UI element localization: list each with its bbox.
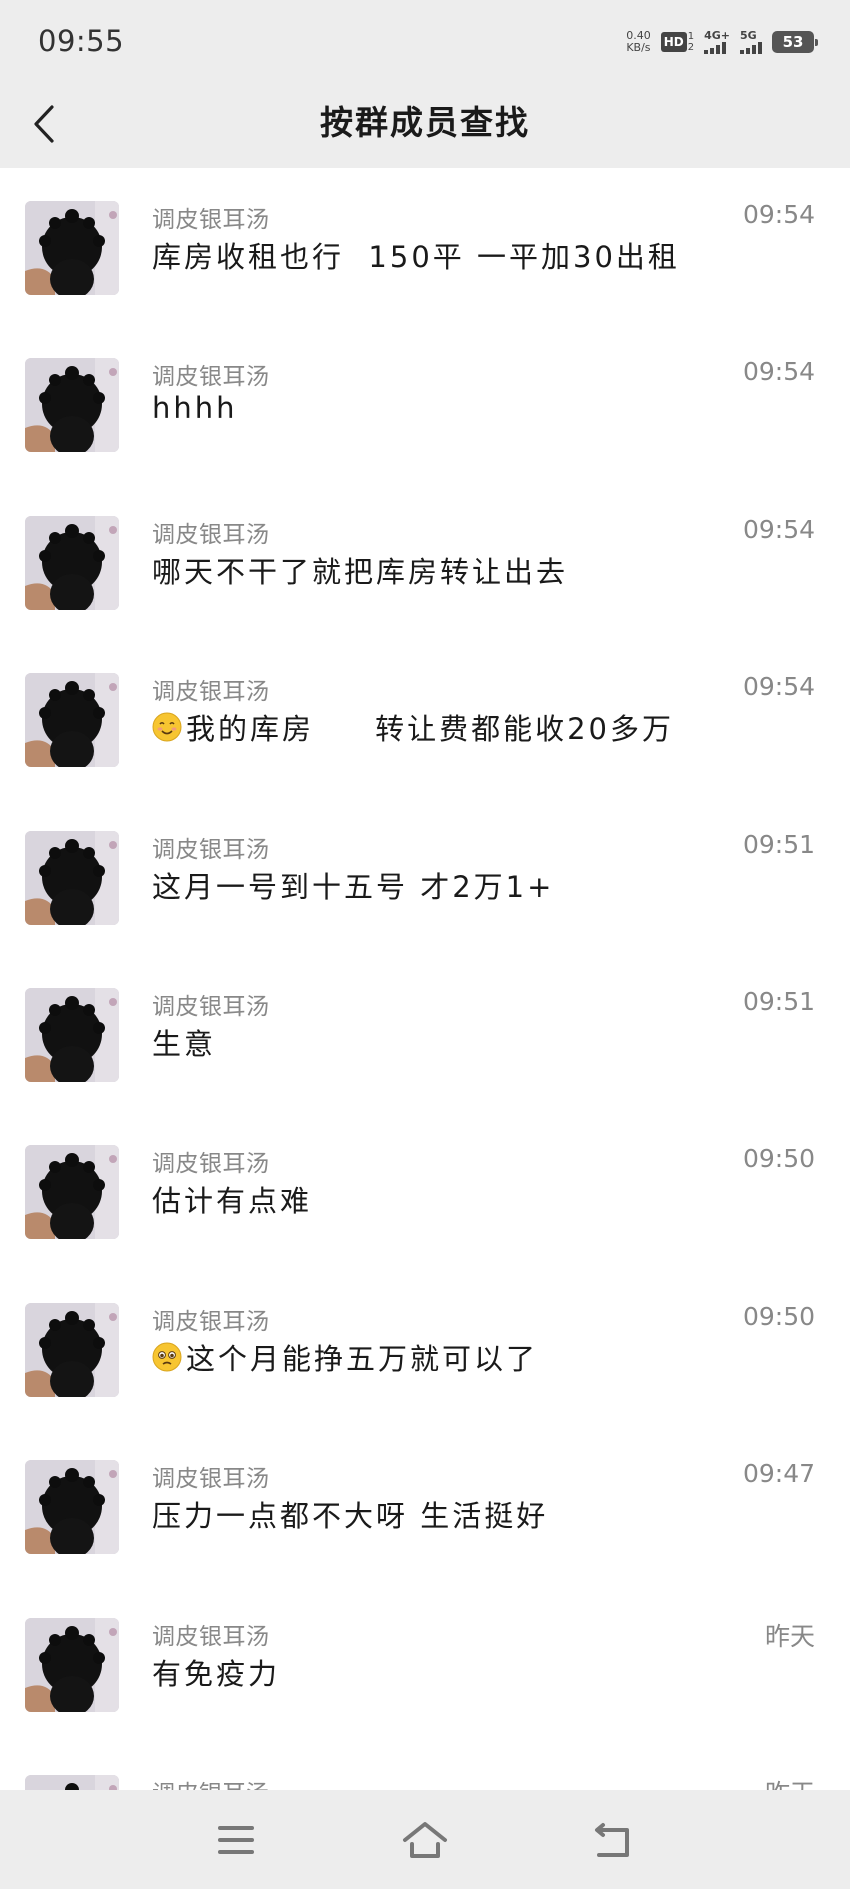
network-speed: 0.40 KB/s bbox=[626, 30, 651, 54]
sender-name: 调皮银耳汤 bbox=[152, 521, 270, 548]
message-time: 09:54 bbox=[742, 200, 815, 229]
avatar[interactable] bbox=[25, 1774, 119, 1790]
sender-name: 调皮银耳汤 bbox=[152, 1151, 270, 1178]
network-speed-unit: KB/s bbox=[626, 41, 651, 54]
message-time: 09:54 bbox=[742, 672, 815, 702]
page-title: 按群成员查找 bbox=[320, 103, 530, 142]
message-text: 我的库房 转让费都能收20多万 bbox=[186, 712, 674, 747]
message-text: 生意 bbox=[152, 1026, 217, 1061]
sender-name: 调皮银耳汤 bbox=[152, 364, 270, 391]
message-time: 昨天 bbox=[764, 1621, 815, 1651]
message-time: 09:50 bbox=[742, 1301, 815, 1331]
sender-name: 调皮银耳汤 bbox=[152, 836, 270, 863]
battery-icon: 53 bbox=[772, 31, 818, 53]
sim2-bars bbox=[740, 42, 762, 54]
sender-name: 调皮银耳汤 bbox=[152, 1466, 270, 1493]
message-list[interactable]: 调皮银耳汤 09:54 库房收租也行 150平 一平加30出租 调皮银耳汤 09:54 h… bbox=[0, 168, 850, 1790]
hd-voice-icon: HD 1 2 bbox=[660, 31, 694, 53]
avatar[interactable] bbox=[25, 515, 119, 610]
message-row[interactable]: 调皮银耳汤 09:47 压力一点都不大呀 生活挺好 bbox=[0, 1427, 850, 1584]
menu-icon[interactable] bbox=[213, 1817, 259, 1863]
message-text: 哪天不干了就把库房转让出去 bbox=[152, 554, 569, 589]
message-content: 我的库房 转让费都能收20多万 bbox=[152, 706, 674, 748]
avatar[interactable] bbox=[25, 1617, 119, 1712]
avatar[interactable] bbox=[25, 987, 119, 1082]
message-row[interactable]: 调皮银耳汤 09:54 hhhh bbox=[0, 325, 850, 482]
message-content: 库房收租也行 150平 一平加30出租 bbox=[152, 234, 680, 276]
message-row[interactable]: 调皮银耳汤 09:51 这月一号到十五号 才2万1+ bbox=[0, 798, 850, 955]
hd-label: HD bbox=[660, 32, 687, 52]
message-content: 估计有点难 bbox=[152, 1178, 312, 1220]
hd-sim-bottom: 2 bbox=[687, 42, 695, 53]
message-row[interactable]: 调皮银耳汤 09:54 我的库房 转让费都能收20多万 bbox=[0, 640, 850, 797]
message-row[interactable]: 调皮银耳汤 09:54 哪天不干了就把库房转让出去 bbox=[0, 483, 850, 640]
avatar[interactable] bbox=[25, 1145, 119, 1240]
message-text: 压力一点都不大呀 生活挺好 bbox=[152, 1499, 549, 1534]
status-bar: 09:55 0.40 KB/s HD 1 2 4G+ 5G 53 bbox=[0, 0, 850, 82]
sender-name: 调皮银耳汤 bbox=[152, 1308, 270, 1335]
message-row[interactable]: 调皮银耳汤 09:50 这个月能挣五万就可以了 bbox=[0, 1270, 850, 1427]
pleading-face-icon bbox=[152, 1342, 182, 1372]
avatar[interactable] bbox=[25, 358, 119, 453]
message-row[interactable]: 调皮银耳汤 09:54 库房收租也行 150平 一平加30出租 bbox=[0, 168, 850, 325]
battery-level: 53 bbox=[782, 33, 804, 51]
avatar[interactable] bbox=[25, 1460, 119, 1555]
title-bar: 按群成员查找 bbox=[0, 82, 850, 168]
message-text: hhhh bbox=[152, 391, 238, 426]
message-content: 压力一点都不大呀 生活挺好 bbox=[152, 1493, 548, 1535]
message-time: 09:50 bbox=[742, 1144, 815, 1174]
message-content: 这月一号到十五号 才2万1+ bbox=[152, 864, 554, 906]
sim1-type: 4G+ bbox=[704, 29, 730, 42]
message-text: 库房收租也行 150平 一平加30出租 bbox=[152, 240, 680, 274]
sim1-signal-icon: 4G+ bbox=[704, 30, 730, 54]
message-time: 09:54 bbox=[742, 357, 815, 387]
message-content: 生意 bbox=[152, 1021, 216, 1063]
sender-name: 调皮银耳汤 bbox=[152, 679, 270, 706]
message-text: 有免疫力 bbox=[152, 1656, 281, 1691]
avatar[interactable] bbox=[25, 673, 119, 768]
sim1-bars bbox=[704, 42, 727, 54]
message-text: 估计有点难 bbox=[152, 1184, 313, 1219]
navigation-bar bbox=[0, 1790, 850, 1889]
sender-name: 调皮银耳汤 bbox=[152, 207, 270, 233]
message-time: 09:54 bbox=[742, 514, 815, 544]
message-time: 09:51 bbox=[742, 829, 815, 859]
status-time: 09:55 bbox=[38, 24, 125, 58]
message-time: 昨天 bbox=[765, 1774, 815, 1790]
avatar[interactable] bbox=[25, 830, 119, 925]
sender-name: 调皮银耳汤 bbox=[152, 1774, 270, 1790]
message-time: 09:51 bbox=[742, 986, 815, 1016]
avatar[interactable] bbox=[25, 201, 119, 295]
hd-sim-top: 1 bbox=[687, 31, 695, 42]
message-row[interactable]: 调皮银耳汤 09:50 估计有点难 bbox=[0, 1112, 850, 1269]
message-row[interactable]: 调皮银耳汤 09:51 生意 bbox=[0, 955, 850, 1112]
message-text: 这月一号到十五号 才2万1+ bbox=[152, 869, 555, 904]
home-icon[interactable] bbox=[402, 1817, 448, 1863]
message-content: 这个月能挣五万就可以了 bbox=[152, 1336, 538, 1378]
message-time: 09:47 bbox=[742, 1459, 815, 1489]
hd-sim-numbers: 1 2 bbox=[688, 31, 694, 53]
sim2-signal-icon: 5G bbox=[740, 30, 762, 54]
message-row[interactable]: 调皮银耳汤 昨天 bbox=[0, 1742, 850, 1790]
message-text: 这个月能挣五万就可以了 bbox=[186, 1341, 539, 1376]
message-content: 有免疫力 bbox=[152, 1651, 280, 1693]
sim2-type: 5G bbox=[740, 29, 757, 42]
sender-name: 调皮银耳汤 bbox=[152, 1623, 270, 1650]
status-indicators: 0.40 KB/s HD 1 2 4G+ 5G 53 bbox=[626, 26, 818, 58]
avatar[interactable] bbox=[25, 1302, 119, 1397]
sender-name: 调皮银耳汤 bbox=[152, 993, 270, 1020]
message-content: hhhh bbox=[152, 391, 238, 425]
message-row[interactable]: 调皮银耳汤 昨天有免疫力 bbox=[0, 1585, 850, 1742]
message-content: 哪天不干了就把库房转让出去 bbox=[152, 549, 568, 591]
return-icon[interactable] bbox=[591, 1817, 637, 1863]
smiling-face-icon bbox=[152, 712, 182, 742]
